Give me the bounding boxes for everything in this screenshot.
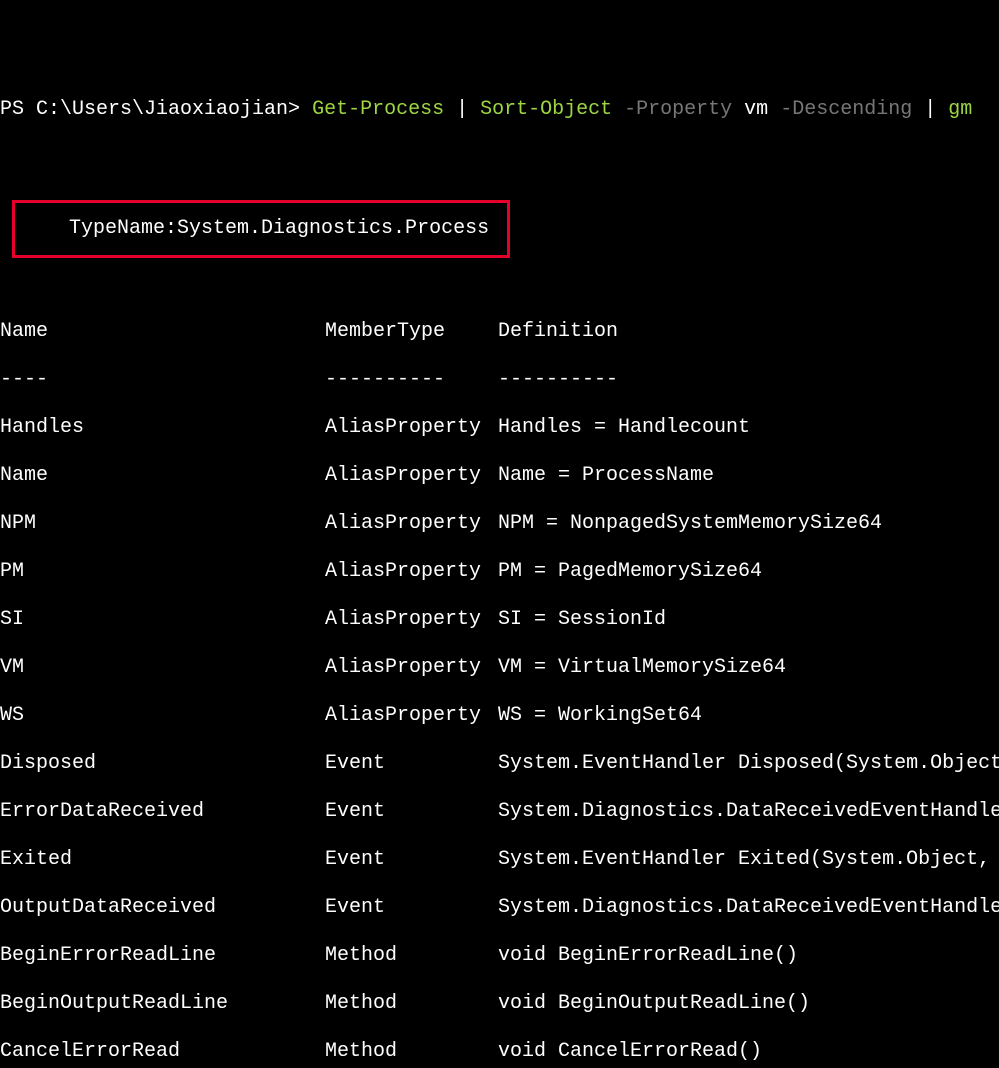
param-property: -Property — [612, 98, 744, 121]
row-membertype: Event — [325, 896, 498, 920]
underline-name: ---- — [0, 368, 325, 392]
row-definition: PM = PagedMemorySize64 — [498, 560, 762, 584]
row-name: CancelErrorRead — [0, 1040, 325, 1064]
row-definition: System.Diagnostics.DataReceivedEventHand… — [498, 800, 999, 824]
column-header-definition: Definition — [498, 320, 618, 344]
row-definition: NPM = NonpagedSystemMemorySize64 — [498, 512, 882, 536]
row-definition: WS = WorkingSet64 — [498, 704, 702, 728]
command-prompt-line[interactable]: PS C:\Users\Jiaoxiaojian> Get-Process | … — [0, 96, 999, 128]
table-row: ErrorDataReceivedEventSystem.Diagnostics… — [0, 800, 999, 824]
underline-definition: ---------- — [498, 368, 618, 392]
column-header-name: Name — [0, 320, 325, 344]
table-row: PMAliasPropertyPM = PagedMemorySize64 — [0, 560, 999, 584]
row-name: OutputDataReceived — [0, 896, 325, 920]
table-row: HandlesAliasPropertyHandles = Handlecoun… — [0, 416, 999, 440]
row-definition: void BeginErrorReadLine() — [498, 944, 798, 968]
pipe-operator: | — [912, 98, 948, 121]
row-definition: void CancelErrorRead() — [498, 1040, 762, 1064]
row-definition: VM = VirtualMemorySize64 — [498, 656, 786, 680]
table-row: OutputDataReceivedEventSystem.Diagnostic… — [0, 896, 999, 920]
row-membertype: AliasProperty — [325, 464, 498, 488]
table-row: SIAliasPropertySI = SessionId — [0, 608, 999, 632]
row-name: SI — [0, 608, 325, 632]
command-gm: gm — [948, 98, 972, 121]
typename-text: TypeName:System.Diagnostics.Process — [33, 217, 489, 240]
param-descending: -Descending — [768, 98, 912, 121]
pipe-operator: | — [444, 98, 480, 121]
row-name: ErrorDataReceived — [0, 800, 325, 824]
row-membertype: AliasProperty — [325, 512, 498, 536]
row-membertype: AliasProperty — [325, 608, 498, 632]
table-row: ExitedEventSystem.EventHandler Exited(Sy… — [0, 848, 999, 872]
row-membertype: Method — [325, 992, 498, 1016]
table-row: WSAliasPropertyWS = WorkingSet64 — [0, 704, 999, 728]
table-row: VMAliasPropertyVM = VirtualMemorySize64 — [0, 656, 999, 680]
row-definition: System.EventHandler Exited(System.Object… — [498, 848, 999, 872]
row-membertype: AliasProperty — [325, 416, 498, 440]
row-definition: void BeginOutputReadLine() — [498, 992, 810, 1016]
command-sort-object: Sort-Object — [480, 98, 612, 121]
row-membertype: Method — [325, 944, 498, 968]
typename-highlight-box: TypeName:System.Diagnostics.Process — [12, 200, 510, 258]
underline-membertype: ---------- — [325, 368, 498, 392]
table-row: CancelErrorReadMethodvoid CancelErrorRea… — [0, 1040, 999, 1064]
row-membertype: Event — [325, 848, 498, 872]
table-row: NPMAliasPropertyNPM = NonpagedSystemMemo… — [0, 512, 999, 536]
row-membertype: Event — [325, 752, 498, 776]
ps-prompt-text: PS C:\Users\Jiaoxiaojian> — [0, 98, 312, 121]
table-row: BeginErrorReadLineMethodvoid BeginErrorR… — [0, 944, 999, 968]
table-row: BeginOutputReadLineMethodvoid BeginOutpu… — [0, 992, 999, 1016]
column-header-membertype: MemberType — [325, 320, 498, 344]
row-name: Handles — [0, 416, 325, 440]
row-definition: System.Diagnostics.DataReceivedEventHand… — [498, 896, 999, 920]
row-name: BeginOutputReadLine — [0, 992, 325, 1016]
command-get-process: Get-Process — [312, 98, 444, 121]
row-definition: Name = ProcessName — [498, 464, 714, 488]
row-name: VM — [0, 656, 325, 680]
param-property-value: vm — [744, 98, 768, 121]
table-row: NameAliasPropertyName = ProcessName — [0, 464, 999, 488]
row-membertype: Event — [325, 800, 498, 824]
row-name: Disposed — [0, 752, 325, 776]
table-row: DisposedEventSystem.EventHandler Dispose… — [0, 752, 999, 776]
row-name: BeginErrorReadLine — [0, 944, 325, 968]
row-definition: Handles = Handlecount — [498, 416, 750, 440]
row-membertype: AliasProperty — [325, 704, 498, 728]
row-membertype: AliasProperty — [325, 656, 498, 680]
table-header-row: NameMemberTypeDefinition — [0, 320, 999, 344]
row-membertype: Method — [325, 1040, 498, 1064]
row-definition: SI = SessionId — [498, 608, 666, 632]
row-definition: System.EventHandler Disposed(System.Obje… — [498, 752, 999, 776]
row-membertype: AliasProperty — [325, 560, 498, 584]
row-name: Name — [0, 464, 325, 488]
row-name: NPM — [0, 512, 325, 536]
row-name: PM — [0, 560, 325, 584]
table-header-underline: ------------------------ — [0, 368, 999, 392]
output-table: NameMemberTypeDefinition ---------------… — [0, 286, 999, 1068]
row-name: Exited — [0, 848, 325, 872]
row-name: WS — [0, 704, 325, 728]
